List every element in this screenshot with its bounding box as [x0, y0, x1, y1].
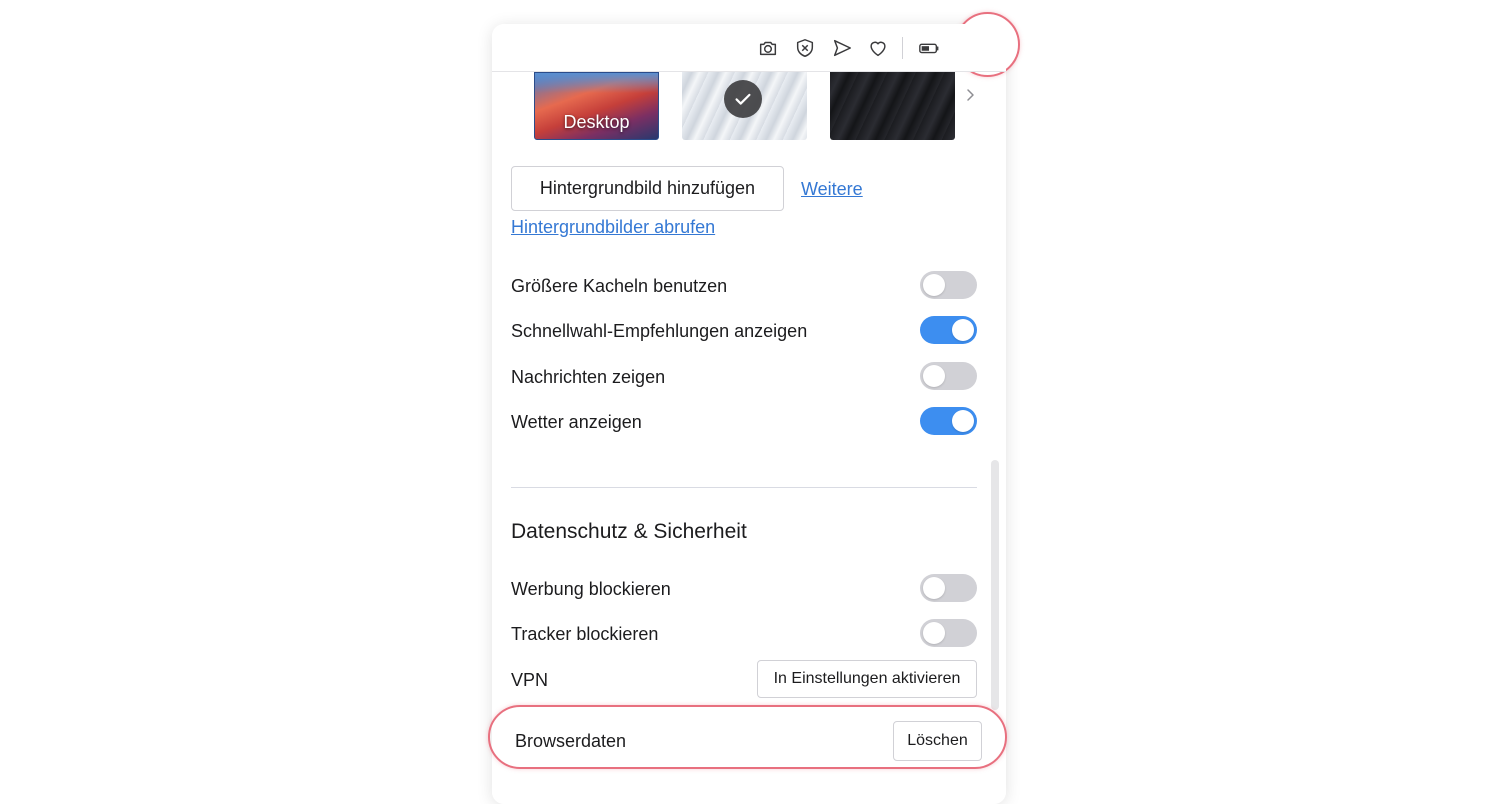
- toggle-knob: [923, 577, 945, 599]
- toggle-knob: [952, 319, 974, 341]
- block-ads-toggle[interactable]: [920, 574, 977, 602]
- checkmark-icon: [724, 80, 762, 118]
- enable-vpn-in-settings-button[interactable]: In Einstellungen aktivieren: [757, 660, 977, 698]
- scrollbar[interactable]: [991, 460, 999, 710]
- block-trackers-label: Tracker blockieren: [511, 624, 659, 644]
- speed-dial-suggestions-toggle[interactable]: [920, 316, 977, 344]
- wallpaper-thumbnail-light[interactable]: [682, 72, 807, 140]
- wallpaper-label: Desktop: [563, 112, 630, 132]
- block-trackers-toggle[interactable]: [920, 619, 977, 647]
- show-news-toggle[interactable]: [920, 362, 977, 390]
- battery-icon[interactable]: [917, 36, 941, 60]
- larger-tiles-toggle[interactable]: [920, 271, 977, 299]
- easy-setup-panel: Desktop Hintergrundbild hinzufügen Weite…: [492, 24, 1006, 804]
- browser-data-label: Browserdaten: [515, 731, 627, 751]
- chevron-right-icon[interactable]: [962, 87, 978, 103]
- toggle-knob: [952, 410, 974, 432]
- show-news-label: Nachrichten zeigen: [511, 367, 666, 387]
- section-divider: [511, 487, 977, 488]
- toggle-knob: [923, 622, 945, 644]
- add-wallpaper-button[interactable]: Hintergrundbild hinzufügen: [511, 166, 784, 211]
- larger-tiles-label: Größere Kacheln benutzen: [511, 276, 728, 296]
- show-weather-label: Wetter anzeigen: [511, 412, 642, 432]
- privacy-section-title: Datenschutz & Sicherheit: [511, 520, 747, 543]
- send-icon[interactable]: [830, 36, 854, 60]
- show-weather-toggle[interactable]: [920, 407, 977, 435]
- vpn-label: VPN: [511, 670, 549, 690]
- toggle-knob: [923, 274, 945, 296]
- block-ads-label: Werbung blockieren: [511, 579, 671, 599]
- more-wallpapers-link[interactable]: Weitere: [801, 179, 863, 200]
- clear-browser-data-button[interactable]: Löschen: [893, 721, 982, 761]
- toggle-knob: [923, 365, 945, 387]
- toolbar: [492, 24, 1006, 72]
- fetch-wallpapers-link[interactable]: Hintergrundbilder abrufen: [511, 217, 715, 238]
- speed-dial-suggestions-label: Schnellwahl-Empfehlungen anzeigen: [511, 321, 808, 341]
- wallpaper-thumbnail-desktop[interactable]: Desktop: [534, 72, 659, 140]
- camera-icon[interactable]: [756, 36, 780, 60]
- shield-block-icon[interactable]: [793, 36, 817, 60]
- toolbar-separator: [902, 37, 903, 59]
- heart-icon[interactable]: [866, 36, 890, 60]
- wallpaper-thumbnail-dark[interactable]: [830, 72, 955, 140]
